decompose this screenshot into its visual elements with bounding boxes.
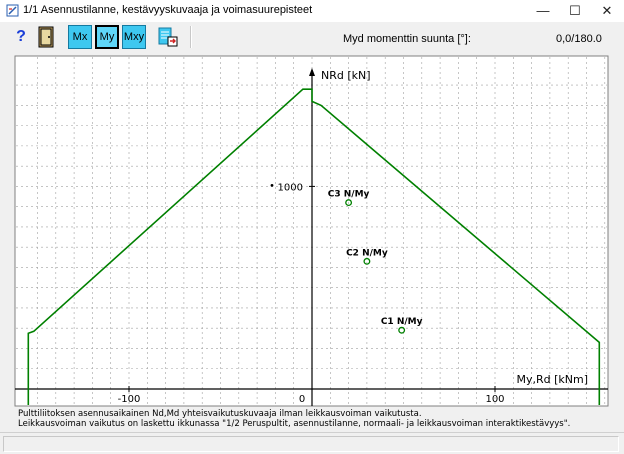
x-tick-label: 0 — [299, 394, 305, 405]
app-icon — [6, 4, 19, 17]
load-point-label: C3 N/My — [328, 190, 370, 200]
window-title: 1/1 Asennustilanne, kestävyyskuvaaja ja … — [23, 4, 313, 16]
load-point-label: C2 N/My — [346, 248, 388, 258]
help-button[interactable]: ? — [9, 25, 33, 49]
load-point-label: C1 N/My — [381, 317, 423, 327]
x-tick-label: -100 — [118, 394, 141, 405]
my-button[interactable]: My — [95, 25, 119, 49]
close-button[interactable]: ✕ — [584, 0, 624, 22]
title-bar: 1/1 Asennustilanne, kestävyyskuvaaja ja … — [0, 0, 624, 22]
door-button[interactable] — [34, 25, 58, 49]
y-tick-marker — [270, 184, 274, 187]
y-tick-label: 1000 — [278, 182, 303, 193]
mxy-button[interactable]: Mxy — [122, 25, 146, 49]
toolbar: ? Mx My Mxy Myd momenttin suunta [°]: 0,… — [0, 22, 624, 53]
x-tick-label: 100 — [485, 394, 504, 405]
footnote-line-1: Pulttiliitoksen asennusaikainen Nd,Md yh… — [18, 409, 422, 419]
status-pane — [3, 436, 619, 452]
x-axis-label: My,Rd [kNm] — [516, 373, 588, 386]
moment-direction-label: Myd momenttin suunta [°]: — [343, 33, 471, 45]
mx-button[interactable]: Mx — [68, 25, 92, 49]
footnote-line-2: Leikkausvoiman vaikutus on laskettu ikku… — [18, 419, 570, 429]
door-icon — [38, 26, 54, 48]
moment-direction-value: 0,0/180.0 — [556, 33, 602, 45]
status-bar — [0, 432, 624, 454]
interaction-chart: -100 0 100 1000 C3 N/My C2 N/My C1 N/My My,Rd… — [0, 52, 624, 432]
y-axis-label: NRd [kN] — [321, 69, 371, 82]
toolbar-separator — [190, 26, 192, 48]
export-button[interactable] — [156, 25, 180, 49]
document-export-icon — [158, 27, 178, 47]
